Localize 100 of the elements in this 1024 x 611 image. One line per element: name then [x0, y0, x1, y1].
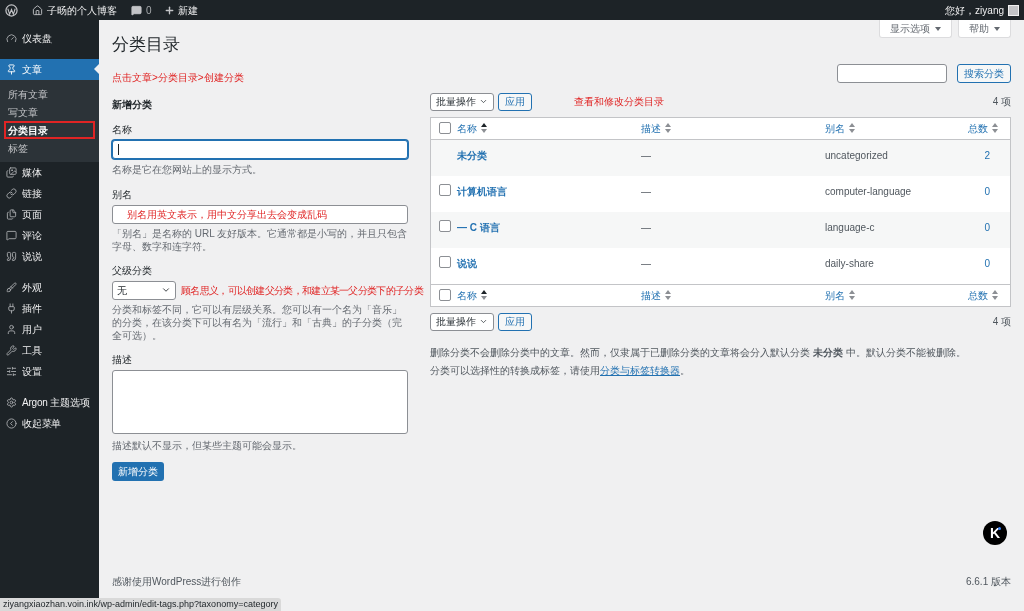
field-hint: 描述默认不显示，但某些主题可能会显示。 — [112, 438, 303, 453]
sidebar-menu-item[interactable]: 插件 — [0, 298, 99, 319]
column-header[interactable]: 总数 — [968, 287, 988, 303]
chevron-left-icon — [6, 418, 17, 429]
submenu-item[interactable]: 写文章 — [4, 103, 95, 121]
column-header[interactable]: 名称 — [457, 120, 477, 136]
sidebar-menu-item[interactable]: 说说 — [0, 246, 99, 267]
row-checkbox[interactable] — [439, 289, 451, 301]
converter-link[interactable]: 分类与标签转换器 — [600, 364, 680, 376]
logo-icon[interactable] — [5, 3, 18, 17]
triangle-icon — [935, 26, 941, 31]
column-header[interactable]: 总数 — [968, 120, 988, 136]
plug-icon — [6, 303, 17, 314]
sidebar-menu-item[interactable]: 评论 — [0, 225, 99, 246]
field-hint: 「别名」是名称的 URL 友好版本。它通常都是小写的，并且只包含字母、数字和连字符。 — [112, 226, 408, 253]
table-cell-text: uncategorized — [825, 148, 889, 163]
new-link[interactable]: 新建 — [177, 2, 198, 18]
name-input[interactable] — [112, 139, 408, 159]
row-checkbox[interactable] — [439, 255, 451, 268]
apply-button[interactable]: 应用 — [498, 312, 532, 331]
item-count: 4 项 — [992, 315, 1011, 329]
speech-bubble-icon — [6, 230, 17, 241]
bulk-action-select[interactable]: 批量操作 — [430, 312, 494, 331]
pages-icon — [6, 209, 17, 220]
table-cell-text: — — [641, 148, 652, 163]
table-cell-text: computer-language — [825, 184, 913, 199]
row-checkbox[interactable] — [439, 183, 451, 196]
sidebar-menu-item[interactable]: 链接 — [0, 183, 99, 204]
sidebar-menu-item[interactable]: 工具 — [0, 340, 99, 361]
chevron-down-icon — [161, 285, 171, 295]
annotation-text: 顾名思义，可以创建父分类，和建立某一父分类下的子分类 — [181, 283, 423, 298]
plus-icon — [163, 4, 175, 16]
bulk-action-select[interactable]: 批量操作 — [430, 92, 494, 111]
brush-icon — [6, 282, 17, 293]
field-label: 名称 — [112, 122, 133, 137]
sidebar-menu-item[interactable]: Argon 主题选项 — [0, 392, 99, 413]
wrench-icon — [6, 345, 17, 356]
row-checkbox[interactable] — [439, 219, 451, 232]
field-label: 父级分类 — [112, 263, 153, 278]
sidebar-menu-item[interactable]: 仪表盘 — [0, 28, 99, 49]
home-icon — [32, 4, 43, 16]
sidebar-menu-item[interactable]: 文章 — [0, 59, 99, 80]
submenu-item[interactable]: 所有文章 — [4, 85, 95, 103]
field-hint: 名称是它在您网站上的显示方式。 — [112, 162, 263, 177]
chevron-down-icon — [479, 317, 488, 326]
note-text: 分类可以选择性的转换成标签，请使用分类与标签转换器。 — [430, 363, 691, 378]
column-header[interactable]: 别名 — [825, 120, 845, 136]
add-category-button[interactable]: 新增分类 — [112, 461, 164, 481]
avatar-icon — [1008, 4, 1019, 16]
search-field[interactable] — [837, 63, 947, 83]
field-hint: 分类和标签不同，它可以有层级关系。您可以有一个名为「音乐」的分类，在该分类下可以有名为「流行」和「古典」的子分类（完全可选）。 — [112, 302, 403, 342]
sidebar-menu-item[interactable]: 收起菜单 — [0, 413, 99, 434]
count-link[interactable]: 0 — [984, 255, 990, 271]
column-header[interactable]: 别名 — [825, 287, 845, 303]
count-link[interactable]: 2 — [984, 147, 990, 163]
sidebar-menu-item[interactable]: 设置 — [0, 361, 99, 382]
screen-meta-tab[interactable]: 帮助 — [958, 20, 1011, 38]
table-cell-text: daily-share — [825, 256, 875, 271]
pin-icon — [6, 64, 17, 75]
sidebar-menu-item[interactable]: 用户 — [0, 319, 99, 340]
category-name-link[interactable]: 未分类 — [457, 147, 641, 163]
category-name-link[interactable]: — C 语言 — [457, 219, 641, 235]
row-checkbox[interactable] — [439, 122, 451, 134]
user-icon — [6, 324, 17, 335]
slug-input[interactable]: 别名用英文表示，用中文分享出去会变成乱码 — [112, 204, 408, 224]
greeting-link[interactable]: 您好，ziyang — [945, 2, 1004, 18]
column-header[interactable]: 描述 — [641, 120, 661, 136]
search-button[interactable]: 搜索分类 — [957, 63, 1011, 83]
count-link[interactable]: 0 — [984, 219, 990, 235]
apply-button[interactable]: 应用 — [498, 92, 532, 111]
field-label: 别名 — [112, 187, 133, 202]
note-text: 删除分类不会删除分类中的文章。然而，仅隶属于已删除分类的文章将会分入默认分类 未分类 中。默认分类不能被删除。 — [430, 345, 967, 360]
sidebar-menu-item[interactable]: 外观 — [0, 277, 99, 298]
chevron-down-icon — [479, 97, 488, 106]
description-textarea[interactable] — [112, 369, 408, 434]
table-cell-text: — — [641, 220, 652, 235]
annotation-text: 查看和修改分类目录 — [574, 95, 664, 109]
category-name-link[interactable]: 说说 — [457, 255, 641, 271]
sidebar-menu-item[interactable]: 页面 — [0, 204, 99, 225]
sliders-icon — [6, 366, 17, 377]
column-header[interactable]: 名称 — [457, 287, 477, 303]
category-name-link[interactable]: 计算机语言 — [457, 183, 641, 199]
text-cursor-icon — [118, 143, 119, 155]
submenu-item[interactable]: 分类目录 — [4, 121, 95, 139]
comment-count[interactable]: 0 — [146, 2, 152, 18]
quote-icon — [6, 251, 17, 262]
version-text: 6.6.1 版本 — [965, 575, 1011, 589]
sidebar-menu-item[interactable]: 媒体 — [0, 162, 99, 183]
screen-meta-tab[interactable]: 显示选项 — [879, 20, 952, 38]
count-link[interactable]: 0 — [984, 183, 990, 199]
footer-text: 感谢使用WordPress进行创作 — [112, 575, 242, 589]
parent-select[interactable]: 无 — [112, 280, 176, 300]
current-pointer-icon — [94, 64, 99, 74]
form-heading: 新增分类 — [112, 97, 153, 112]
site-name-link[interactable]: 子旸的个人博客 — [47, 2, 117, 18]
column-header[interactable]: 描述 — [641, 287, 661, 303]
submenu-item[interactable]: 标签 — [4, 139, 95, 157]
table-cell-text: — — [641, 256, 652, 271]
chat-button[interactable]: K — [983, 521, 1007, 546]
images-icon — [6, 167, 17, 178]
